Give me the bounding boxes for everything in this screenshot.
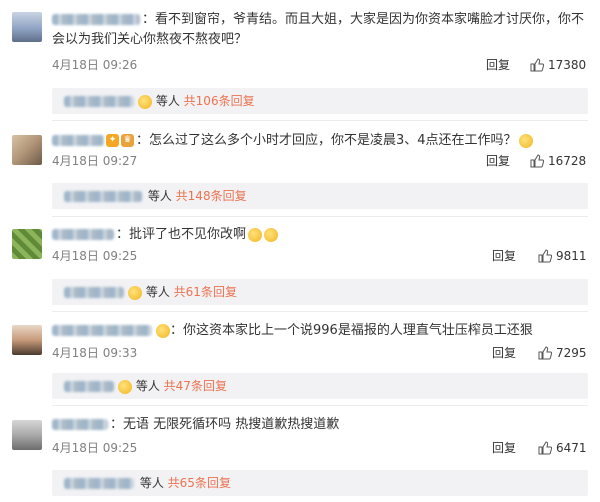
sub-replies-count-link[interactable]: 共47条回复 (164, 379, 227, 393)
replier-names-blurred (64, 478, 134, 489)
thumbs-up-icon (530, 58, 545, 72)
emoji-icon (118, 379, 132, 394)
sub-replies-bar[interactable]: 等人 共47条回复 (52, 373, 588, 399)
avatar[interactable] (12, 12, 42, 42)
thumbs-up-icon (538, 346, 553, 360)
reply-button[interactable]: 回复 (492, 345, 516, 361)
divider (52, 405, 588, 406)
comment-text: ：无语 无限死循环吗 热搜道歉热搜道歉 (52, 415, 588, 435)
divider (52, 120, 588, 121)
sub-replies-people: 等人 (135, 379, 160, 393)
vip-badge-icon: ✦ (106, 134, 119, 147)
sub-replies-people: 等人 (147, 189, 172, 203)
like-button[interactable]: 16728 (530, 153, 586, 169)
sub-replies-count-link[interactable]: 共106条回复 (184, 94, 255, 108)
thumbs-up-icon (530, 154, 545, 168)
emoji-icon (128, 285, 142, 300)
comment-date: 4月18日 09:25 (52, 249, 138, 263)
username-blurred[interactable] (52, 135, 104, 146)
reply-button[interactable]: 回复 (486, 153, 510, 169)
thumbs-up-icon (538, 441, 553, 455)
like-count: 16728 (548, 154, 587, 168)
divider (52, 216, 588, 217)
sub-replies-people: 等人 (155, 94, 180, 108)
replier-names-blurred (64, 287, 124, 298)
username-blurred[interactable] (52, 419, 108, 430)
comment-date: 4月18日 09:33 (52, 346, 138, 360)
replier-names-blurred (64, 191, 142, 202)
laughing-emoji-icon (264, 227, 279, 242)
divider (52, 311, 588, 312)
replier-names-blurred (64, 381, 114, 392)
comment-date: 4月18日 09:25 (52, 441, 138, 455)
sub-replies-bar[interactable]: 等人 共106条回复 (52, 88, 588, 114)
username-blurred[interactable] (52, 229, 114, 240)
like-button[interactable]: 7295 (538, 345, 587, 361)
avatar[interactable] (12, 229, 42, 259)
like-count: 9811 (556, 249, 587, 263)
like-count: 17380 (548, 58, 587, 72)
reply-button[interactable]: 回复 (492, 248, 516, 264)
sub-replies-people: 等人 (145, 285, 170, 299)
username-blurred[interactable] (52, 14, 140, 25)
emoji-icon (156, 323, 170, 338)
like-button[interactable]: 17380 (530, 57, 586, 73)
thinking-emoji-icon (518, 133, 533, 148)
comment-text: ：你这资本家比上一个说996是福报的人理直气壮压榨员工还狠 (52, 321, 588, 341)
comment-date: 4月18日 09:26 (52, 58, 138, 72)
reply-button[interactable]: 回复 (486, 57, 510, 73)
like-count: 6471 (556, 441, 587, 455)
sub-replies-count-link[interactable]: 共148条回复 (176, 189, 247, 203)
sub-replies-bar[interactable]: 等人 共61条回复 (52, 279, 588, 305)
avatar[interactable] (12, 135, 42, 165)
avatar[interactable] (12, 420, 42, 450)
like-count: 7295 (556, 346, 587, 360)
thumbs-up-icon (538, 249, 553, 263)
like-button[interactable]: 6471 (538, 440, 587, 456)
replier-names-blurred (64, 96, 134, 107)
sub-replies-bar[interactable]: 等人 共65条回复 (52, 470, 588, 496)
laughing-emoji-icon (248, 227, 263, 242)
like-button[interactable]: 9811 (538, 248, 587, 264)
sub-replies-people: 等人 (139, 476, 164, 490)
comment-text: ✦ ♛ ：怎么过了这么多个小时才回应，你不是凌晨3、4点还在工作吗？ (52, 131, 588, 151)
sub-replies-count-link[interactable]: 共61条回复 (174, 285, 237, 299)
username-blurred[interactable] (52, 325, 152, 336)
comment-date: 4月18日 09:27 (52, 154, 138, 168)
reply-button[interactable]: 回复 (492, 440, 516, 456)
emoji-icon (138, 94, 152, 109)
comment-text: ：看不到窗帘，爷青结。而且大姐，大家是因为你资本家嘴脸才讨厌你，你不会以为我们关… (52, 12, 585, 47)
avatar[interactable] (12, 325, 42, 355)
comment-text: ：批评了也不见你改啊 (52, 225, 588, 245)
sub-replies-count-link[interactable]: 共65条回复 (168, 476, 231, 490)
sub-replies-bar[interactable]: 等人 共148条回复 (52, 183, 588, 209)
crown-badge-icon: ♛ (121, 134, 134, 147)
